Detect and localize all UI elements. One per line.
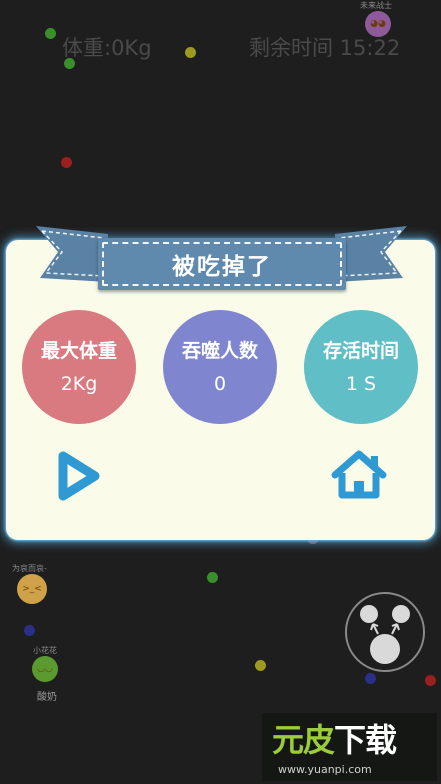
player-name-label: 酸奶 bbox=[37, 692, 57, 703]
virtual-joystick[interactable] bbox=[345, 592, 425, 672]
player-name-label: 小花花 bbox=[33, 646, 57, 655]
home-button[interactable] bbox=[330, 449, 388, 501]
stat-label: 最大体重 bbox=[40, 340, 117, 362]
food-pellet bbox=[365, 673, 376, 684]
enemy-player-blob: >_< bbox=[17, 574, 47, 604]
site-watermark: 元皮下载 www.yuanpi.com bbox=[262, 713, 437, 781]
stat-value: 1 S bbox=[345, 373, 377, 395]
food-pellet bbox=[185, 47, 196, 58]
enemy-player-blob: ◕◕ bbox=[365, 11, 391, 37]
food-pellet bbox=[61, 157, 72, 168]
food-pellet bbox=[207, 572, 218, 583]
watermark-logo: 元皮下载 bbox=[272, 721, 397, 759]
weight-display: 体重:0Kg bbox=[62, 36, 152, 60]
stat-value: 2Kg bbox=[60, 373, 98, 395]
dialog-title-banner: 被吃掉了 bbox=[98, 238, 346, 290]
enemy-player-blob: ◡◡ bbox=[32, 656, 58, 682]
player-name-label: 为哀而哀- bbox=[12, 564, 47, 573]
stat-eaten-count: 吞噬人数 0 bbox=[163, 310, 277, 424]
play-icon bbox=[58, 451, 100, 501]
food-pellet bbox=[64, 58, 75, 69]
food-pellet bbox=[425, 675, 436, 686]
home-icon bbox=[331, 450, 387, 499]
stat-value: 0 bbox=[213, 373, 227, 395]
player-name-label: 未来战士 bbox=[360, 1, 392, 10]
watermark-url: www.yuanpi.com bbox=[278, 763, 372, 776]
food-pellet bbox=[255, 660, 266, 671]
stat-survival-time: 存活时间 1 S bbox=[304, 310, 418, 424]
food-pellet bbox=[45, 28, 56, 39]
joystick-split-icon bbox=[360, 605, 410, 664]
stat-label: 存活时间 bbox=[322, 340, 399, 362]
food-pellet bbox=[24, 625, 35, 636]
replay-button[interactable] bbox=[55, 450, 101, 502]
stat-max-weight: 最大体重 2Kg bbox=[22, 310, 136, 424]
stat-label: 吞噬人数 bbox=[181, 340, 258, 362]
dialog-title: 被吃掉了 bbox=[172, 254, 272, 280]
